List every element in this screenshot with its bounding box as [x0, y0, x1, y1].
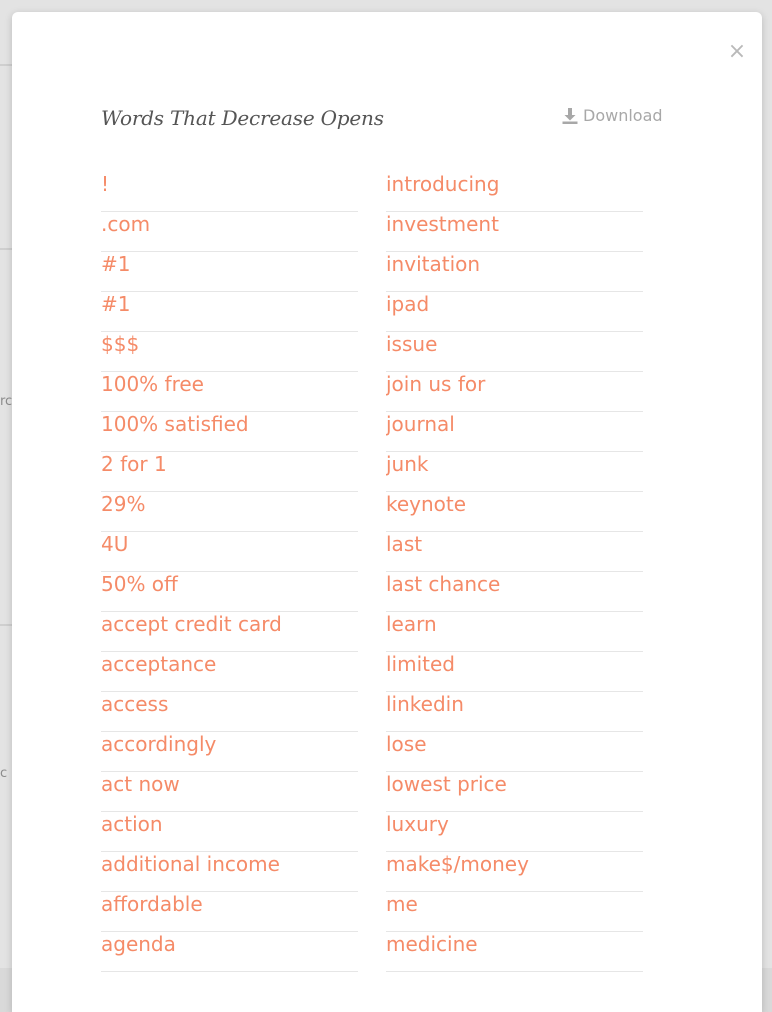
- word-list-item: .com: [101, 212, 358, 252]
- word-list-item: junk: [386, 452, 643, 492]
- word-list-item: action: [101, 812, 358, 852]
- word-list-item: additional income: [101, 852, 358, 892]
- word-list-item: 100% free: [101, 372, 358, 412]
- background-text-fragment: c: [0, 766, 8, 781]
- word-list-item: !: [101, 172, 358, 212]
- close-icon: ×: [727, 39, 747, 64]
- word-list-item: 4U: [101, 532, 358, 572]
- word-list-item: issue: [386, 332, 643, 372]
- word-list-left: ! .com #1 #1 $$$ 100% free 100% satisfied 2 for…: [101, 172, 358, 972]
- word-list-item: 2 for 1: [101, 452, 358, 492]
- word-list-item: linkedin: [386, 692, 643, 732]
- word-list-item: journal: [386, 412, 643, 452]
- word-list-right: introducing investment invitation ipad issue…: [386, 172, 643, 972]
- word-list-item: keynote: [386, 492, 643, 532]
- word-list-item: accept credit card: [101, 612, 358, 652]
- word-list-item: medicine: [386, 932, 643, 972]
- word-list-item: investment: [386, 212, 643, 252]
- word-list-item: learn: [386, 612, 643, 652]
- word-list-item: acceptance: [101, 652, 358, 692]
- word-list-item: #1: [101, 252, 358, 292]
- word-list-item: me: [386, 892, 643, 932]
- word-list-item: access: [101, 692, 358, 732]
- word-list-item: accordingly: [101, 732, 358, 772]
- word-list-item: $$$: [101, 332, 358, 372]
- word-list-item: introducing: [386, 172, 643, 212]
- word-list-item: lowest price: [386, 772, 643, 812]
- word-list-item: #1: [101, 292, 358, 332]
- modal-title: Words That Decrease Opens: [101, 106, 384, 130]
- word-list-item: affordable: [101, 892, 358, 932]
- download-button[interactable]: Download: [561, 106, 663, 125]
- word-list-item: join us for: [386, 372, 643, 412]
- word-columns: ! .com #1 #1 $$$ 100% free 100% satisfied 2 for…: [101, 172, 643, 972]
- word-list-item: agenda: [101, 932, 358, 972]
- word-list-item: 29%: [101, 492, 358, 532]
- word-list-item: act now: [101, 772, 358, 812]
- word-list-item: last: [386, 532, 643, 572]
- word-list-item: lose: [386, 732, 643, 772]
- word-list-item: invitation: [386, 252, 643, 292]
- word-list-item: limited: [386, 652, 643, 692]
- word-list-item: 100% satisfied: [101, 412, 358, 452]
- background-divider: [0, 64, 12, 66]
- background-text-fragment: rc: [0, 394, 12, 409]
- word-list-item: 50% off: [101, 572, 358, 612]
- close-button[interactable]: ×: [726, 40, 748, 64]
- word-list-item: last chance: [386, 572, 643, 612]
- download-label: Download: [583, 106, 663, 125]
- word-list-item: make$/money: [386, 852, 643, 892]
- word-list-item: luxury: [386, 812, 643, 852]
- background-divider: [0, 248, 12, 250]
- background-divider: [0, 624, 12, 626]
- words-modal: × Words That Decrease Opens Download ! .c…: [12, 12, 762, 1012]
- word-list-item: ipad: [386, 292, 643, 332]
- download-icon: [561, 107, 579, 125]
